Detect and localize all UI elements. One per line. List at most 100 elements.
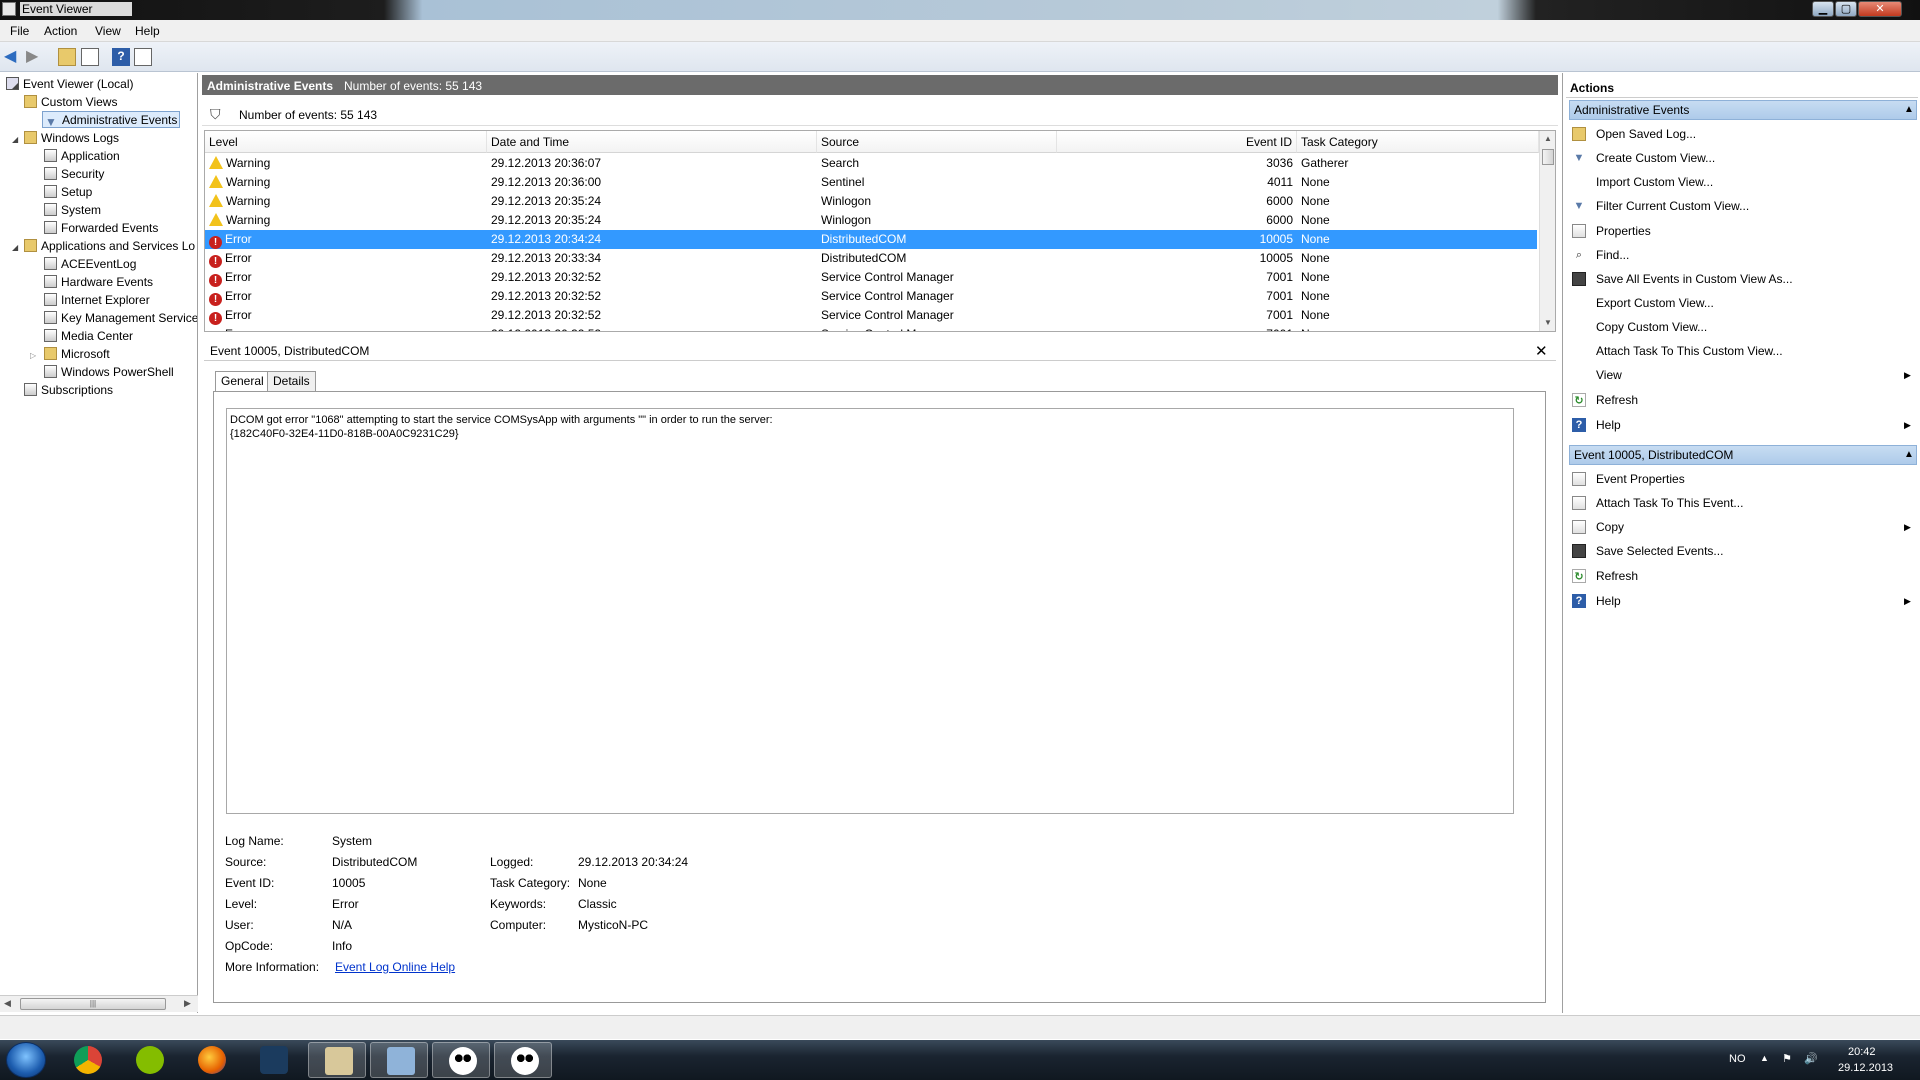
- taskbar-event-viewer[interactable]: [370, 1042, 428, 1078]
- taskbar-app-1[interactable]: [308, 1042, 366, 1078]
- column-header-level[interactable]: Level: [205, 131, 487, 153]
- action-attach-task-event[interactable]: Attach Task To This Event...: [1570, 493, 1916, 513]
- tab-details[interactable]: Details: [267, 371, 316, 391]
- maximize-button[interactable]: ▢: [1835, 1, 1857, 17]
- clock-date[interactable]: 29.12.2013: [1838, 1062, 1893, 1074]
- action-find[interactable]: ⌕ Find...: [1570, 245, 1916, 265]
- tree-horizontal-scrollbar[interactable]: ◀ ||| ▶: [0, 995, 198, 1012]
- tree-item-root[interactable]: Event Viewer (Local): [6, 76, 134, 93]
- table-row[interactable]: ! Error 29.12.2013 20:34:24 DistributedCOM 1…: [205, 230, 1537, 249]
- show-hide-tree-icon[interactable]: [81, 48, 99, 66]
- scrollbar-thumb[interactable]: |||: [20, 998, 166, 1010]
- tree-item-system[interactable]: System: [44, 202, 101, 219]
- back-arrow-icon[interactable]: ◀: [4, 48, 22, 66]
- tree-item-subscriptions[interactable]: Subscriptions: [24, 382, 113, 399]
- tree-item-windows-logs[interactable]: Windows Logs: [24, 130, 119, 147]
- taskbar-panda-2[interactable]: [494, 1042, 552, 1078]
- tree-item-security[interactable]: Security: [44, 166, 104, 183]
- action-open-saved-log[interactable]: Open Saved Log...: [1570, 124, 1916, 144]
- close-detail-icon[interactable]: ✕: [1535, 342, 1548, 360]
- collapse-arrow-icon[interactable]: ◢: [12, 243, 22, 252]
- menu-help[interactable]: Help: [135, 24, 160, 38]
- actions-section-administrative-events[interactable]: Administrative Events ▲: [1569, 100, 1917, 120]
- tree-item-internet-explorer[interactable]: Internet Explorer: [44, 292, 150, 309]
- scroll-right-icon[interactable]: ▶: [184, 998, 191, 1009]
- column-header-source[interactable]: Source: [817, 131, 1057, 153]
- table-row[interactable]: !Error 29.12.2013 20:32:52 Service Control…: [205, 325, 1537, 331]
- table-row[interactable]: Warning 29.12.2013 20:36:00 Sentinel 4011 No…: [205, 173, 1537, 192]
- forward-arrow-icon[interactable]: ▶: [26, 48, 44, 66]
- tree-item-microsoft[interactable]: Microsoft: [44, 346, 110, 363]
- events-vertical-scrollbar[interactable]: ▲ ▼: [1539, 131, 1555, 331]
- tree-item-key-management-service[interactable]: Key Management Service: [44, 310, 197, 327]
- expand-arrow-icon[interactable]: ▷: [30, 351, 40, 360]
- action-event-properties[interactable]: Event Properties: [1570, 469, 1916, 489]
- clock-time[interactable]: 20:42: [1848, 1046, 1876, 1058]
- action-save-selected-events[interactable]: Save Selected Events...: [1570, 541, 1916, 561]
- action-import-custom-view[interactable]: Import Custom View...: [1570, 172, 1916, 192]
- tree-item-application[interactable]: Application: [44, 148, 120, 165]
- action-save-all-events[interactable]: Save All Events in Custom View As...: [1570, 269, 1916, 289]
- taskbar-steam[interactable]: [248, 1042, 300, 1078]
- scrollbar-thumb[interactable]: [1542, 149, 1554, 165]
- column-header-task-category[interactable]: Task Category: [1297, 131, 1539, 153]
- column-header-date-time[interactable]: Date and Time: [487, 131, 817, 153]
- table-row[interactable]: !Error 29.12.2013 20:32:52 Service Control…: [205, 287, 1537, 306]
- table-row[interactable]: Warning 29.12.2013 20:36:07 Search 3036 Gath…: [205, 154, 1537, 173]
- language-indicator[interactable]: NO: [1729, 1053, 1746, 1065]
- table-row[interactable]: ! Error 29.12.2013 20:33:34 DistributedCOM 1…: [205, 249, 1537, 268]
- tree-item-custom-views[interactable]: Custom Views: [24, 94, 117, 111]
- collapse-arrow-icon[interactable]: ◢: [12, 135, 22, 144]
- tree-item-aceeventlog[interactable]: ACEEventLog: [44, 256, 136, 273]
- action-help[interactable]: ? Help ▶: [1570, 415, 1916, 435]
- action-refresh[interactable]: ↻ Refresh: [1570, 390, 1916, 410]
- tree-item-applications-and-services[interactable]: Applications and Services Lo: [24, 238, 195, 255]
- menu-view[interactable]: View: [95, 24, 121, 38]
- action-center-flag-icon[interactable]: ⚑: [1782, 1052, 1792, 1065]
- action-copy-custom-view[interactable]: Copy Custom View...: [1570, 317, 1916, 337]
- column-header-event-id[interactable]: Event ID: [1057, 131, 1297, 153]
- action-refresh-event[interactable]: ↻ Refresh: [1570, 566, 1916, 586]
- tree-item-setup[interactable]: Setup: [44, 184, 92, 201]
- action-filter-current-custom-view[interactable]: ▼ Filter Current Custom View...: [1570, 196, 1916, 216]
- tree-item-windows-powershell[interactable]: Windows PowerShell: [44, 364, 174, 381]
- collapse-caret-icon[interactable]: ▲: [1904, 101, 1914, 119]
- up-folder-icon[interactable]: [58, 48, 76, 66]
- volume-icon[interactable]: 🔊: [1804, 1052, 1818, 1065]
- help-icon[interactable]: ?: [112, 48, 130, 66]
- menu-file[interactable]: File: [10, 24, 29, 38]
- table-row[interactable]: Warning 29.12.2013 20:35:24 Winlogon 6000 No…: [205, 211, 1537, 230]
- tab-general[interactable]: General: [215, 371, 270, 392]
- taskbar-spotify[interactable]: [124, 1042, 176, 1078]
- menu-action[interactable]: Action: [44, 24, 77, 38]
- taskbar-firefox[interactable]: [186, 1042, 238, 1078]
- action-attach-task-custom-view[interactable]: Attach Task To This Custom View...: [1570, 341, 1916, 361]
- event-log-online-help-link[interactable]: Event Log Online Help: [335, 960, 455, 974]
- collapse-caret-icon[interactable]: ▲: [1904, 446, 1914, 464]
- action-view[interactable]: View ▶: [1570, 365, 1916, 385]
- close-button[interactable]: ✕: [1858, 1, 1902, 17]
- collapse-arrow-icon[interactable]: ◢: [12, 81, 22, 90]
- tree-item-hardware-events[interactable]: Hardware Events: [44, 274, 153, 291]
- tree-item-forwarded-events[interactable]: Forwarded Events: [44, 220, 158, 237]
- scroll-left-icon[interactable]: ◀: [4, 998, 11, 1009]
- tree-item-media-center[interactable]: Media Center: [44, 328, 133, 345]
- table-row[interactable]: !Error 29.12.2013 20:32:52 Service Control…: [205, 268, 1537, 287]
- minimize-button[interactable]: ▁: [1812, 1, 1834, 17]
- table-row[interactable]: Warning 29.12.2013 20:35:24 Winlogon 6000 No…: [205, 192, 1537, 211]
- show-hide-action-pane-icon[interactable]: [134, 48, 152, 66]
- scroll-up-icon[interactable]: ▲: [1544, 134, 1552, 143]
- tree-item-administrative-events[interactable]: ▼ Administrative Events: [42, 111, 181, 129]
- actions-section-event[interactable]: Event 10005, DistributedCOM ▲: [1569, 445, 1917, 465]
- scroll-down-icon[interactable]: ▼: [1544, 318, 1552, 327]
- event-description[interactable]: DCOM got error "1068" attempting to star…: [226, 408, 1514, 814]
- action-copy[interactable]: Copy ▶: [1570, 517, 1916, 537]
- action-help-event[interactable]: ? Help ▶: [1570, 591, 1916, 611]
- table-row[interactable]: !Error 29.12.2013 20:32:52 Service Control…: [205, 306, 1537, 325]
- taskbar-chrome[interactable]: [62, 1042, 114, 1078]
- action-properties[interactable]: Properties: [1570, 221, 1916, 241]
- taskbar-panda-1[interactable]: [432, 1042, 490, 1078]
- action-create-custom-view[interactable]: ▼ Create Custom View...: [1570, 148, 1916, 168]
- action-export-custom-view[interactable]: Export Custom View...: [1570, 293, 1916, 313]
- show-hidden-icons-icon[interactable]: ▲: [1760, 1053, 1769, 1063]
